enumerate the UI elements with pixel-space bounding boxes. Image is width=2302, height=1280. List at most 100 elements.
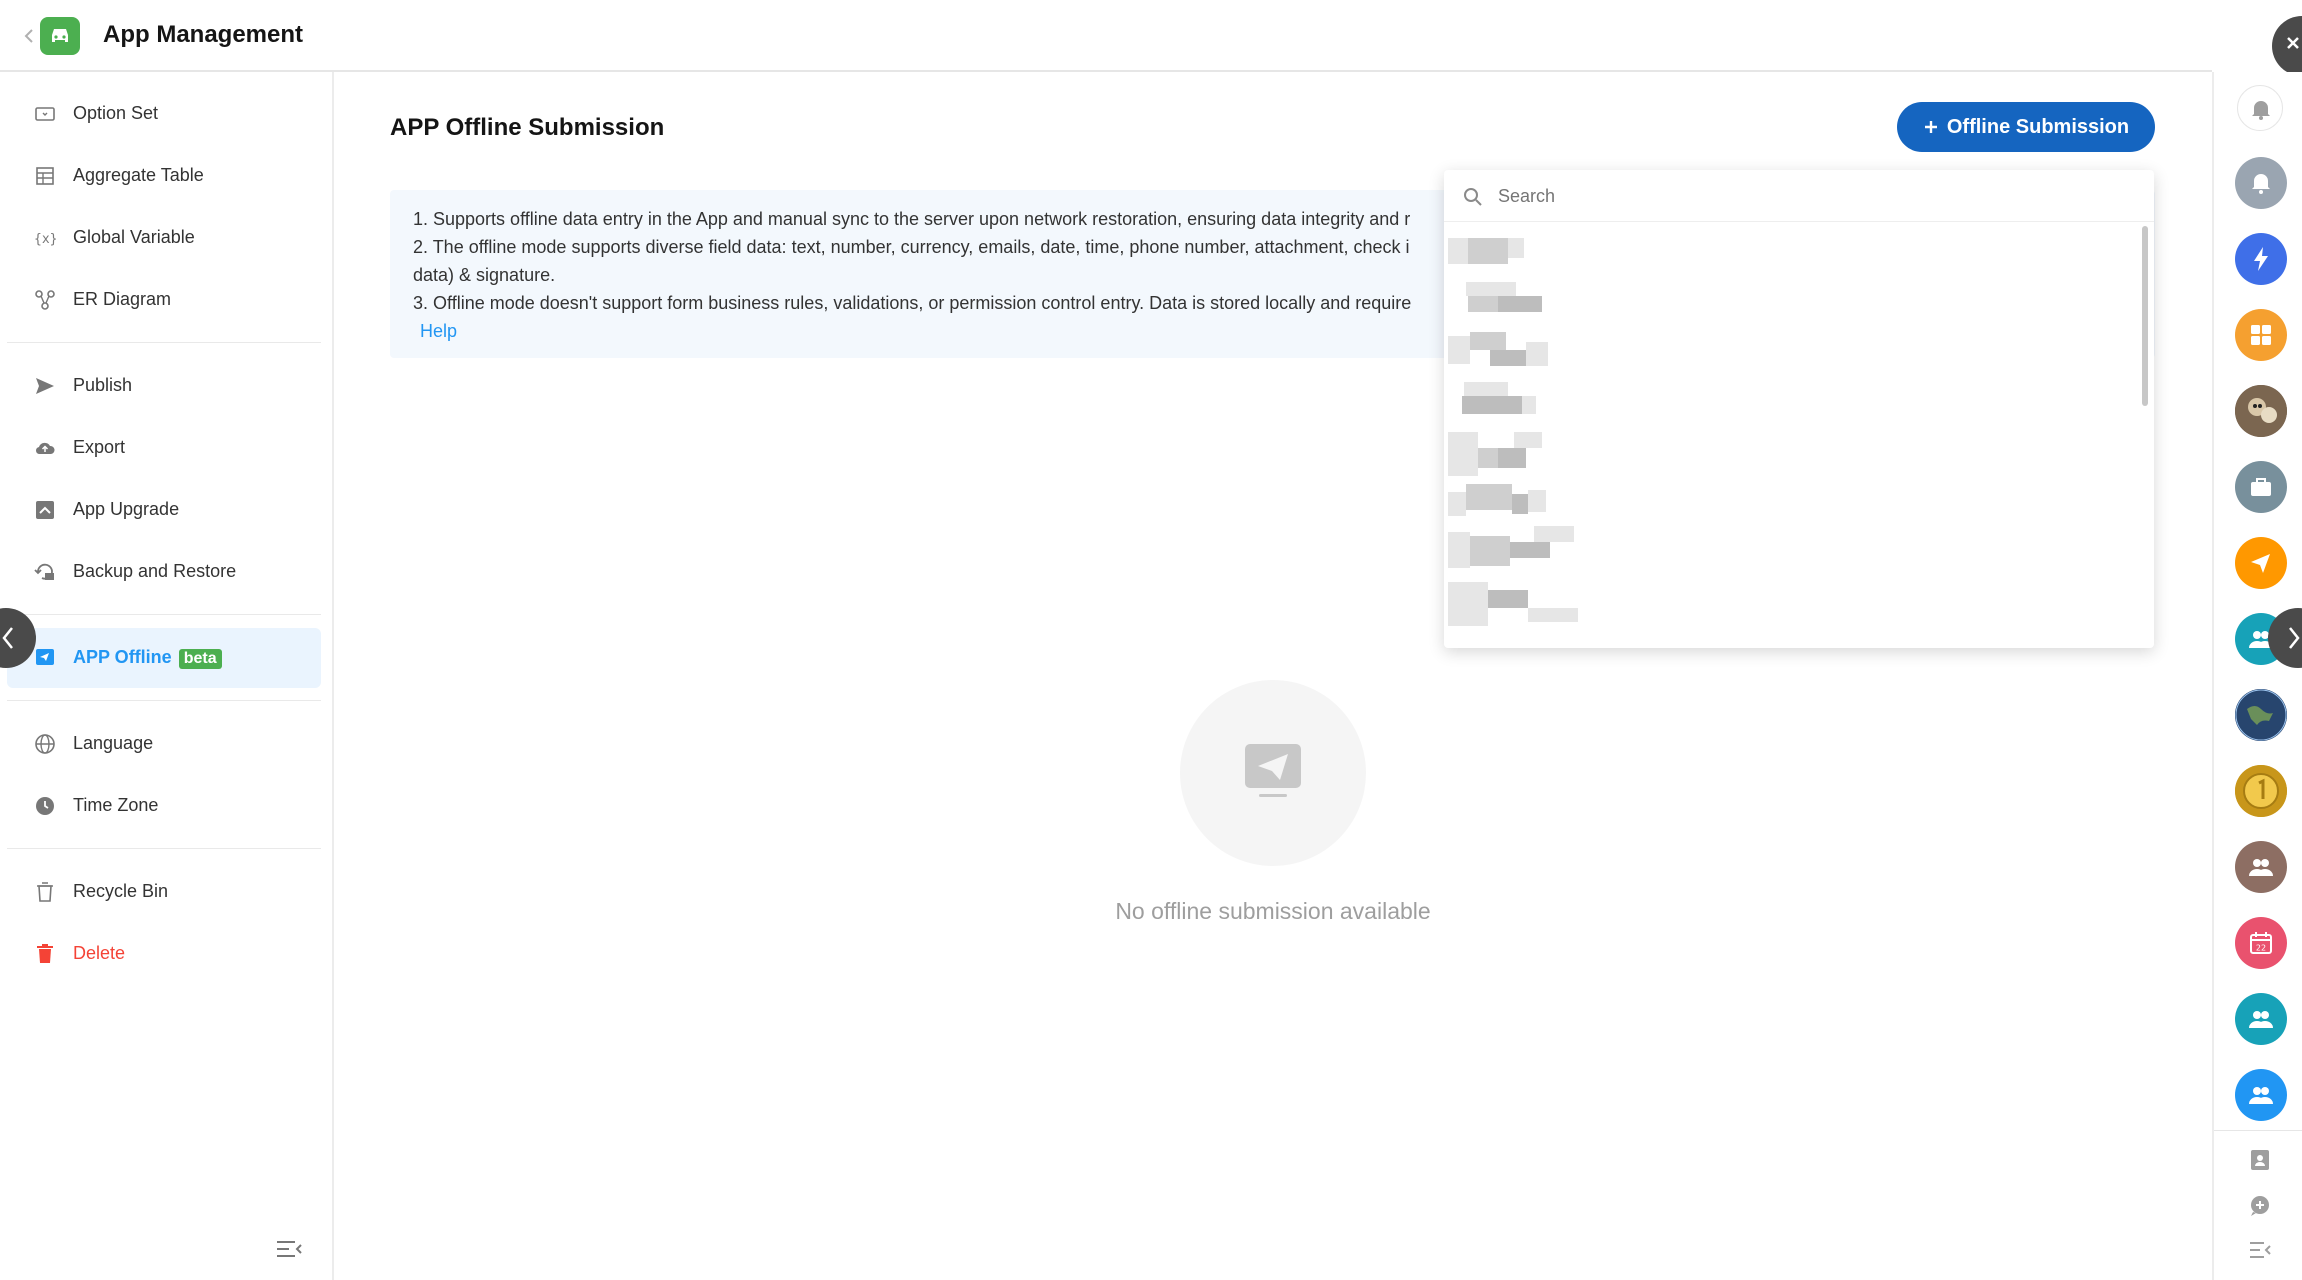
sidebar-item-label: Language	[73, 733, 154, 753]
sidebar-item-option-set[interactable]: Option Set	[7, 84, 321, 144]
notification-button[interactable]	[2237, 85, 2283, 131]
list-item[interactable]	[1448, 232, 1598, 272]
sidebar-item-app-offline[interactable]: APP Offline beta	[7, 628, 321, 688]
sidebar-divider	[7, 614, 321, 615]
collapse-sidebar-icon[interactable]	[275, 1238, 303, 1260]
sidebar-item-recycle-bin[interactable]: Recycle Bin	[7, 862, 321, 922]
sidebar-item-export[interactable]: Export	[7, 418, 321, 478]
recycle-bin-icon	[37, 882, 53, 902]
sidebar-divider	[7, 342, 321, 343]
sidebar-item-time-zone[interactable]: Time Zone	[7, 776, 321, 836]
rail-app-earth[interactable]	[2235, 689, 2287, 741]
offline-submission-button[interactable]: Offline Submission	[1897, 102, 2155, 152]
rail-app-group[interactable]	[2235, 993, 2287, 1045]
collapse-rail-icon[interactable]	[2248, 1238, 2272, 1262]
sidebar-item-label: Time Zone	[73, 795, 159, 815]
list-item[interactable]	[1448, 482, 1598, 522]
dropdown-scrollbar[interactable]	[2142, 226, 2148, 406]
option-set-icon	[35, 107, 55, 121]
er-diagram-icon	[35, 290, 55, 310]
svg-text:{x}: {x}	[34, 232, 56, 247]
top-header: App Management	[0, 0, 2212, 72]
paper-plane-icon	[2251, 554, 2270, 573]
sidebar-item-label: Export	[73, 437, 126, 457]
sidebar-item-label: Option Set	[73, 103, 159, 123]
globe-icon	[35, 734, 55, 754]
list-item[interactable]	[1448, 432, 1598, 476]
sidebar-item-er-diagram[interactable]: ER Diagram	[7, 270, 321, 330]
sidebar-divider	[7, 700, 321, 701]
sidebar-item-label: App Upgrade	[73, 499, 180, 519]
rail-app-paper-plane[interactable]	[2235, 537, 2287, 589]
empty-state-illustration	[1180, 680, 1366, 866]
sidebar-item-label: Global Variable	[73, 227, 195, 247]
plus-icon	[1924, 121, 1937, 133]
sidebar-item-delete[interactable]: Delete	[7, 924, 321, 984]
list-item[interactable]	[1448, 282, 1598, 322]
app-title: App Management	[103, 21, 304, 48]
search-input[interactable]	[1498, 182, 2118, 210]
sidebar-item-language[interactable]: Language	[7, 714, 321, 774]
rail-app-coin[interactable]	[2235, 765, 2287, 817]
rail-divider	[2214, 1130, 2302, 1131]
sidebar-item-label: Publish	[73, 375, 133, 395]
group-icon	[2249, 1011, 2273, 1028]
sidebar-item-global-variable[interactable]: {x} Global Variable	[7, 208, 321, 268]
list-item[interactable]	[1448, 382, 1598, 422]
list-item[interactable]	[1448, 526, 1598, 572]
app-logo[interactable]	[40, 17, 80, 55]
prev-handle[interactable]	[0, 608, 36, 668]
sidebar-item-publish[interactable]: Publish	[7, 356, 321, 416]
upgrade-icon	[36, 501, 54, 519]
aggregate-table-icon	[36, 167, 54, 185]
sidebar: Option Set Aggregate Table {x} Global Va…	[0, 72, 334, 1280]
sidebar-item-backup-restore[interactable]: Backup and Restore	[7, 542, 321, 602]
sidebar-item-aggregate-table[interactable]: Aggregate Table	[7, 146, 321, 206]
next-handle[interactable]	[2268, 608, 2302, 668]
button-label: Offline Submission	[1946, 115, 2130, 138]
search-icon	[1464, 188, 1482, 206]
rail-app-calendar[interactable]: 22	[2235, 917, 2287, 969]
grid-icon	[2251, 325, 2271, 345]
sidebar-divider	[7, 848, 321, 849]
sidebar-item-label: Delete	[73, 943, 126, 963]
bell-icon	[2252, 174, 2270, 194]
sidebar-item-label: APP Offline	[73, 647, 172, 667]
search-dropdown	[1444, 170, 2154, 648]
list-item[interactable]	[1448, 332, 1598, 372]
variable-icon: {x}	[34, 232, 56, 247]
rail-app-briefcase[interactable]	[2235, 461, 2287, 513]
sidebar-item-label-wrap: APP Offline beta	[73, 647, 222, 669]
rail-app-photo[interactable]	[2235, 385, 2287, 437]
list-item[interactable]	[1448, 582, 1598, 626]
send-icon	[36, 378, 54, 394]
close-overlay-button[interactable]	[2272, 16, 2302, 76]
rail-app-lightning[interactable]	[2235, 233, 2287, 285]
dropdown-search-bar	[1444, 170, 2154, 222]
calendar-icon: 22	[2250, 932, 2272, 954]
back-chevron-icon[interactable]	[22, 24, 36, 48]
briefcase-icon	[2251, 478, 2271, 496]
empty-state-text: No offline submission available	[1115, 898, 1431, 924]
rail-app-bell[interactable]	[2235, 157, 2287, 209]
page-title: APP Offline Submission	[390, 114, 665, 141]
paper-plane-monitor-icon	[1245, 744, 1301, 797]
sidebar-item-label: ER Diagram	[73, 289, 172, 309]
rail-app-grid[interactable]	[2235, 309, 2287, 361]
calendar-day: 22	[2256, 944, 2266, 953]
group-icon	[2249, 1087, 2273, 1104]
sidebar-item-label: Recycle Bin	[73, 881, 169, 901]
car-icon	[52, 29, 68, 42]
close-icon	[2287, 37, 2299, 49]
contact-card-icon[interactable]	[2248, 1148, 2272, 1172]
chevron-right-icon	[2289, 627, 2300, 649]
beta-badge: beta	[178, 649, 222, 669]
bell-icon	[2252, 101, 2270, 120]
clock-icon	[36, 797, 54, 815]
rail-app-group[interactable]	[2235, 1069, 2287, 1121]
lightning-icon	[2254, 247, 2268, 271]
add-chat-icon[interactable]	[2248, 1194, 2272, 1218]
dropdown-list	[1444, 226, 2144, 648]
sidebar-item-app-upgrade[interactable]: App Upgrade	[7, 480, 321, 540]
rail-app-group[interactable]	[2235, 841, 2287, 893]
